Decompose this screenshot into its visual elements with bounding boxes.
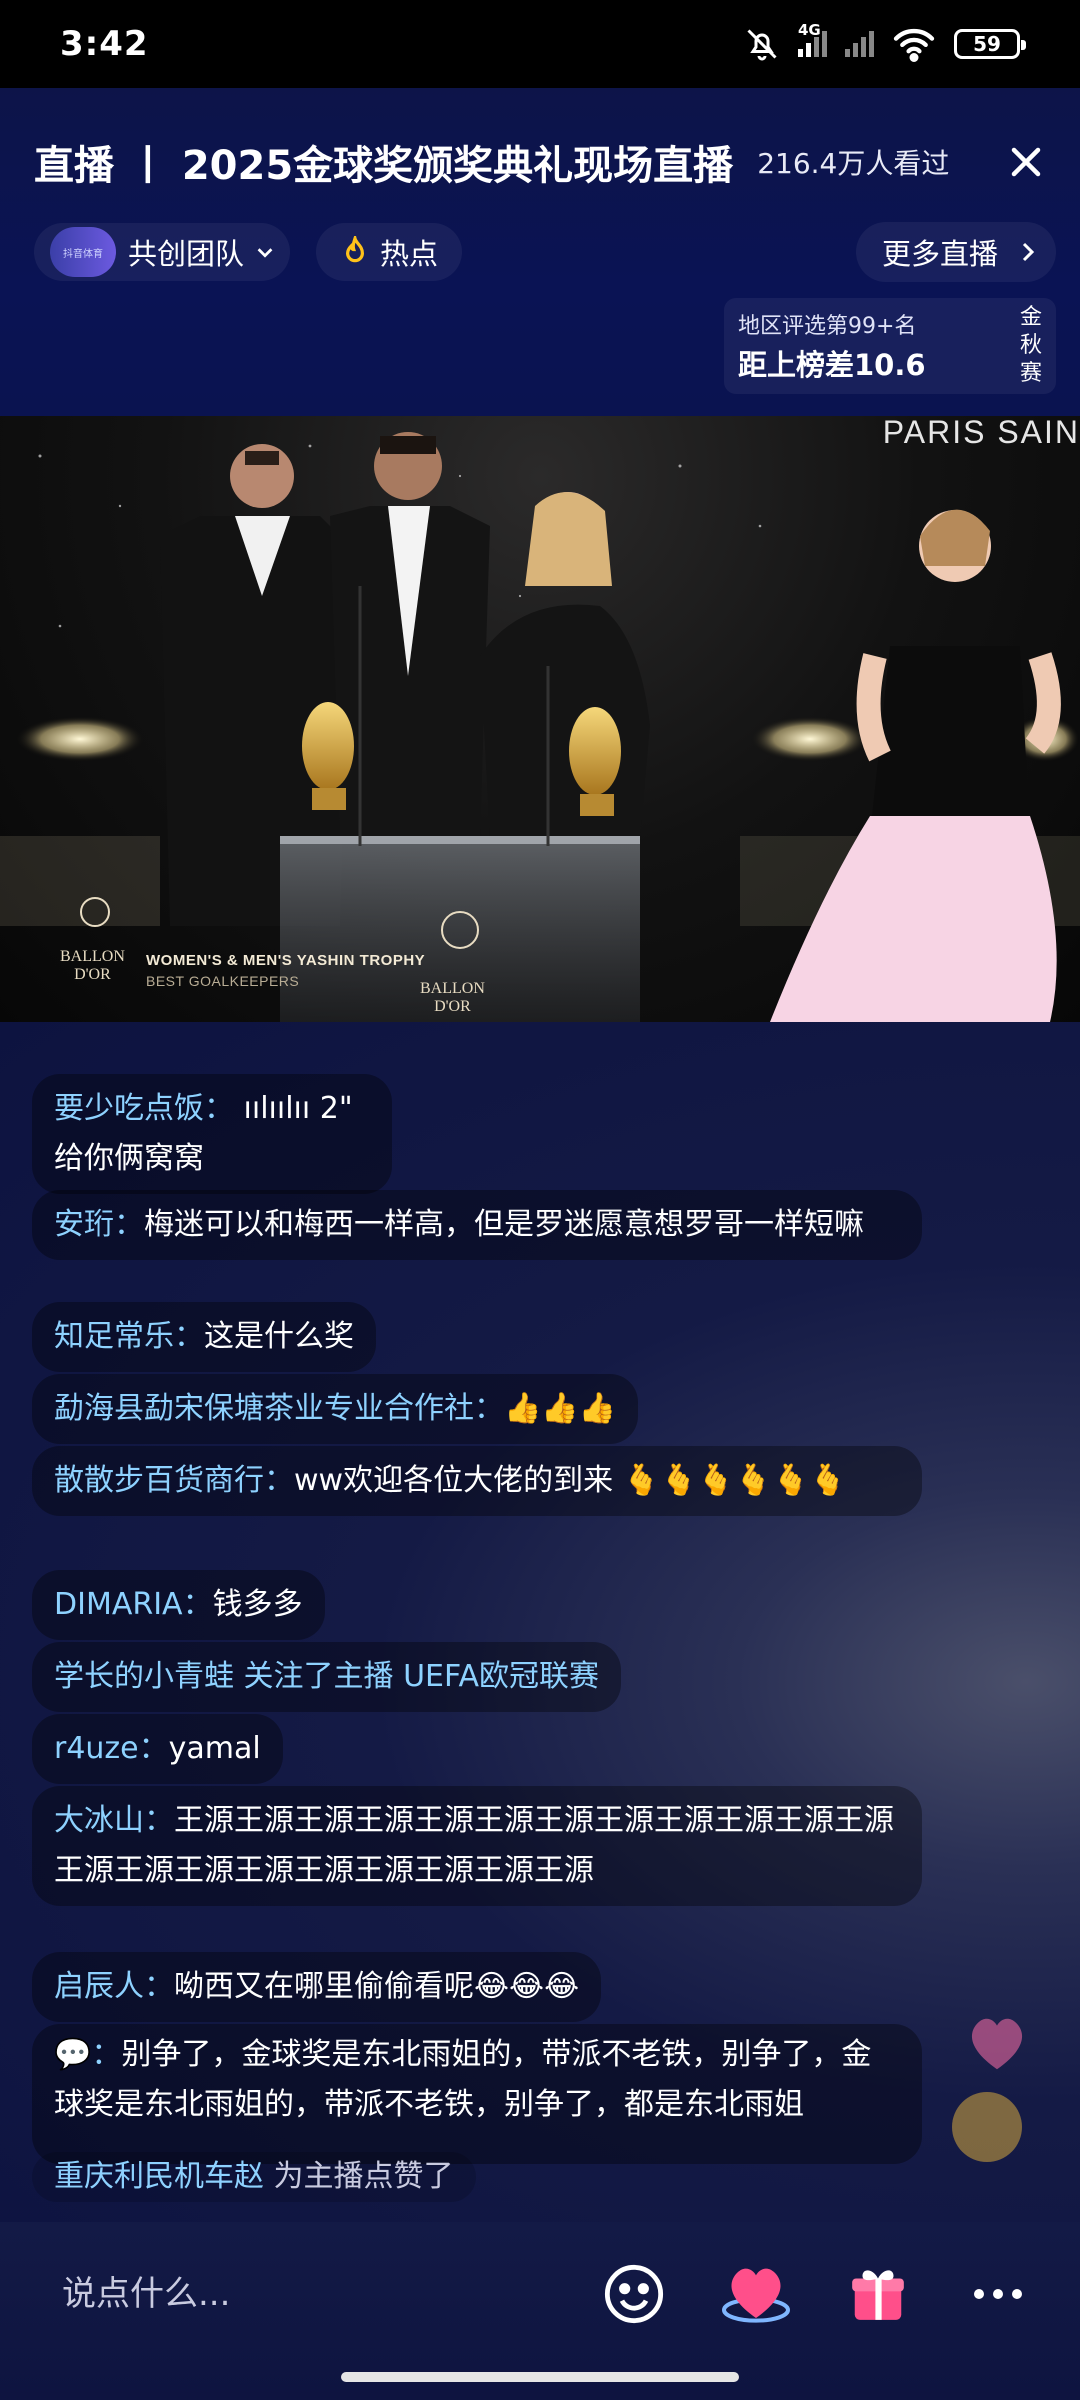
floating-heart-icon (971, 2018, 1023, 2070)
live-video[interactable]: PARIS SAIN BALLON D'OR BALLON D'OR WOMEN… (0, 416, 1080, 1022)
chat-list[interactable]: 要少吃点饭： ıılıılıı 2" 给你俩窝窝 安珩：梅迷可以和梅西一样高，但… (0, 1022, 1080, 2222)
chat-text: 钱多多 (212, 1587, 303, 1622)
mute-bell-icon (744, 26, 780, 62)
network-label: 4G (798, 21, 821, 39)
more-dots-icon (974, 2289, 1022, 2299)
battery-icon: 59 (954, 29, 1026, 59)
close-icon (1011, 147, 1041, 177)
chat-message[interactable]: DIMARIA：钱多多 (32, 1570, 325, 1640)
chat-username: 散散步百货商行： (54, 1463, 294, 1498)
chat-like-notice[interactable]: 重庆利民机车赵 为主播点赞了 (32, 2152, 476, 2202)
signal-icon: 4G (798, 21, 827, 57)
chat-username: 勐海县勐宋保塘茶业专业合作社： (54, 1391, 504, 1426)
chat-message[interactable]: 💬：别争了，金球奖是东北雨姐的，带派不老铁，别争了，金球奖是东北雨姐的，带派不老… (32, 2024, 922, 2164)
flame-icon (346, 236, 365, 263)
hot-label: 热点 (380, 237, 439, 271)
team-selector[interactable]: 抖音体育 共创团队 (34, 223, 291, 281)
smiley-icon (604, 2264, 664, 2324)
viewer-count: 216.4万人看过 (757, 147, 950, 180)
chat-message[interactable]: 勐海县勐宋保塘茶业专业合作社：👍👍👍 (32, 1374, 639, 1444)
chat-text: 梅迷可以和梅西一样高，但是罗迷愿意想罗哥一样短嘛 (144, 1207, 864, 1242)
chat-username: 知足常乐： (54, 1319, 204, 1354)
chat-text: yamal (168, 1731, 261, 1766)
team-avatar: 抖音体育 (50, 227, 116, 277)
chat-message[interactable]: 大冰山：王源王源王源王源王源王源王源王源王源王源王源王源王源王源王源王源王源王源… (32, 1786, 922, 1906)
video-scene (0, 432, 1080, 1022)
sub-row: 抖音体育 共创团队 热点 更多直播 (34, 222, 1056, 282)
voice-duration: 2" (319, 1091, 353, 1126)
chat-text: 为主播点赞了 (273, 2159, 454, 2194)
rank-status: 地区评选第99+名 (738, 314, 917, 339)
chat-username: 💬： (54, 2037, 122, 2072)
chat-message[interactable]: 散散步百货商行：ww欢迎各位大佬的到来 🫰🫰🫰🫰🫰🫰 (32, 1446, 922, 1516)
chevron-down-icon (257, 248, 273, 258)
home-indicator[interactable] (341, 2372, 739, 2382)
caption-title: WOMEN'S & MEN'S YASHIN TROPHY (146, 952, 426, 969)
rank-card[interactable]: 地区评选第99+名 距上榜差10.6 金秋赛 (724, 298, 1056, 394)
gift-icon (852, 2270, 904, 2320)
chat-system-text: 学长的小青蛙 关注了主播 UEFA欧冠联赛 (54, 1659, 600, 1694)
status-icons: 4G 59 (744, 21, 1026, 62)
emoji-button[interactable] (596, 2256, 672, 2332)
chat-text: 👍👍👍 (504, 1391, 617, 1426)
chat-text: 这是什么奖 (204, 1319, 354, 1354)
chat-username: DIMARIA： (54, 1587, 213, 1622)
live-header: 直播 丨 2025金球奖颁奖典礼现场直播 216.4万人看过 抖音体育 共创团队… (0, 88, 1080, 416)
gift-button[interactable] (840, 2256, 916, 2332)
hot-topics-button[interactable]: 热点 (316, 223, 463, 281)
chat-message[interactable]: 要少吃点饭： ıılıılıı 2" 给你俩窝窝 (32, 1074, 392, 1194)
chat-message[interactable]: 启辰人：呦西又在哪里偷偷看呢😂😂😂 (32, 1952, 602, 2022)
chevron-right-icon (1022, 242, 1035, 262)
event-tag: 金秋赛 (1019, 305, 1042, 386)
heart-icon (722, 2268, 790, 2323)
arena-sign: PARIS SAIN (882, 416, 1080, 450)
signal-2-icon (845, 31, 874, 57)
comment-input[interactable] (30, 2252, 570, 2336)
team-name: 共创团队 (128, 237, 245, 271)
voice-wave-icon: ıılıılıı (243, 1091, 311, 1126)
more-live-button[interactable]: 更多直播 (855, 222, 1056, 282)
chat-follow-notice[interactable]: 学长的小青蛙 关注了主播 UEFA欧冠联赛 (32, 1642, 622, 1712)
chat-message[interactable]: 安珩：梅迷可以和梅西一样高，但是罗迷愿意想罗哥一样短嘛 (32, 1190, 922, 1260)
caption-subtitle: BEST GOALKEEPERS (146, 973, 300, 989)
chat-username: 大冰山： (54, 1803, 174, 1838)
logo-text-1: BALLON (60, 948, 125, 965)
status-time: 3:42 (60, 24, 149, 64)
chat-username: 要少吃点饭： (54, 1091, 234, 1126)
rank-gap: 距上榜差10.6 (738, 348, 926, 382)
chat-text: 王源王源王源王源王源王源王源王源王源王源王源王源王源王源王源王源王源王源王源王源… (54, 1803, 894, 1888)
like-button[interactable] (718, 2256, 794, 2332)
battery-level: 59 (973, 32, 1001, 56)
wifi-icon (892, 26, 936, 62)
title-row: 直播 丨 2025金球奖颁奖典礼现场直播 216.4万人看过 (34, 132, 1056, 192)
chat-message[interactable]: r4uze：yamal (32, 1714, 283, 1784)
more-options-button[interactable] (960, 2256, 1036, 2332)
chat-username: 启辰人： (54, 1969, 174, 2004)
video-caption: WOMEN'S & MEN'S YASHIN TROPHY BEST GOALK… (146, 952, 425, 989)
live-title: 直播 丨 2025金球奖颁奖典礼现场直播 (34, 143, 734, 189)
chat-text: 别争了，金球奖是东北雨姐的，带派不老铁，别争了，金球奖是东北雨姐的，带派不老铁，… (54, 2037, 872, 2122)
ballon-dor-logo-podium: BALLON D'OR (420, 980, 485, 1016)
podium-logo-text-1: BALLON (420, 980, 485, 997)
chat-username: 重庆利民机车赵 (54, 2159, 264, 2194)
chat-username: 安珩： (54, 1207, 144, 1242)
bottom-bar (0, 2222, 1080, 2400)
more-live-label: 更多直播 (881, 237, 998, 271)
chat-message[interactable]: 知足常乐：这是什么奖 (32, 1302, 376, 1372)
chat-text: 呦西又在哪里偷偷看呢😂😂😂 (174, 1969, 580, 2004)
chat-text: 给你俩窝窝 (54, 1141, 204, 1176)
close-button[interactable] (996, 132, 1056, 192)
floating-emoji-icon (952, 2092, 1022, 2162)
status-bar: 3:42 4G 59 (0, 0, 1080, 88)
chat-text: ww欢迎各位大佬的到来 🫰🫰🫰🫰🫰🫰 (294, 1463, 847, 1498)
chat-username: r4uze： (54, 1731, 169, 1766)
podium-logo-text-2: D'OR (434, 998, 471, 1015)
ballon-dor-logo-left: BALLON D'OR (60, 948, 125, 984)
logo-text-2: D'OR (74, 966, 111, 983)
